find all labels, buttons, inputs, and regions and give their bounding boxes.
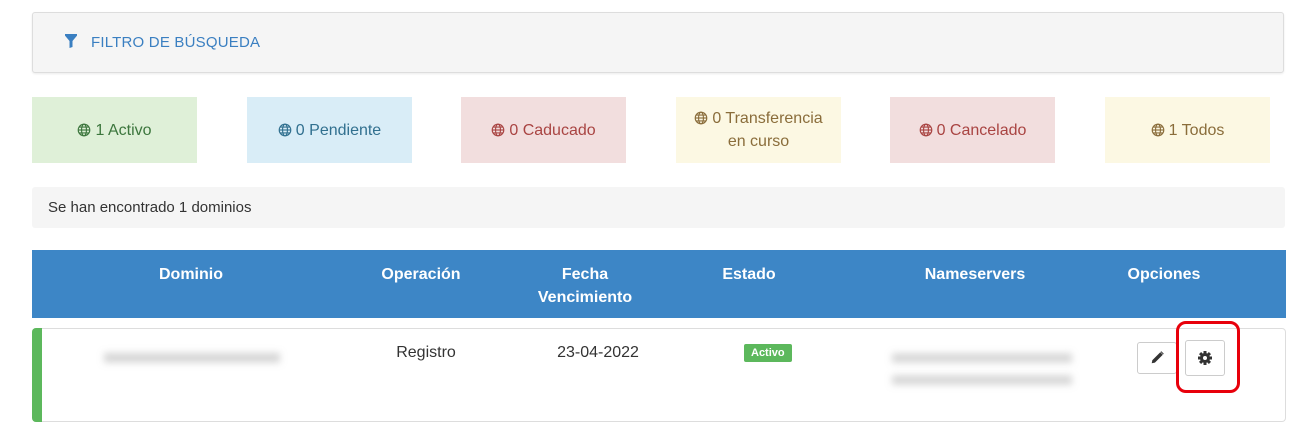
status-label: 0 Pendiente [295, 121, 382, 139]
header-estado: Estado [722, 266, 776, 283]
status-label-line2: en curso [727, 133, 790, 150]
status-badge: Activo [744, 344, 792, 362]
filter-title[interactable]: FILTRO DE BÚSQUEDA [91, 34, 260, 51]
header-dominio: Dominio [159, 266, 223, 283]
pencil-icon [1151, 351, 1164, 364]
nameserver-2: xxxxxxxxxxxxxxxxxxxxxxxx [892, 371, 1072, 388]
status-label-line1: 0 Transferencia [712, 110, 823, 127]
header-opciones: Opciones [1127, 266, 1201, 283]
header-nameservers: Nameservers [924, 266, 1026, 283]
highlight-annotation [1176, 321, 1240, 393]
globe-icon [492, 123, 505, 136]
results-text: Se han encontrado 1 dominios [48, 199, 252, 216]
status-box-caducado[interactable]: 0 Caducado [461, 97, 626, 163]
status-box-transferencia[interactable]: 0 Transferencia en curso [676, 97, 841, 163]
globe-icon [278, 123, 292, 136]
expiry-date-cell: 23-04-2022 [557, 344, 639, 361]
table-row: xxxxxxxxxxxxxxxxxxxxxx Registro 23-04-20… [32, 328, 1286, 422]
header-operacion: Operación [381, 266, 461, 283]
globe-icon [78, 123, 91, 136]
status-box-cancelado[interactable]: 0 Cancelado [890, 97, 1055, 163]
header-fecha-line2: Vencimiento [537, 289, 633, 306]
status-label: 1 Todos [1168, 121, 1225, 139]
domain-name[interactable]: xxxxxxxxxxxxxxxxxxxxxx [104, 349, 280, 367]
status-label: 0 Cancelado [936, 121, 1027, 139]
status-label: 1 Activo [95, 121, 152, 139]
status-box-activo[interactable]: 1 Activo [32, 97, 197, 163]
results-count: Se han encontrado 1 dominios [32, 187, 1285, 228]
edit-button[interactable] [1137, 342, 1177, 374]
globe-icon [1151, 123, 1164, 136]
globe-icon [695, 111, 708, 125]
header-fecha: Fecha Vencimiento [538, 263, 632, 309]
table-header: Dominio Operación Fecha Vencimiento Esta… [32, 250, 1286, 318]
operation-cell: Registro [396, 344, 456, 361]
funnel-icon [65, 33, 77, 48]
status-label: 0 Caducado [509, 121, 596, 139]
status-box-todos[interactable]: 1 Todos [1105, 97, 1270, 163]
nameserver-1: xxxxxxxxxxxxxxxxxxxxxxxx [892, 349, 1072, 366]
globe-icon [919, 123, 932, 136]
status-box-pendiente[interactable]: 0 Pendiente [247, 97, 412, 163]
header-fecha-line1: Fecha [561, 266, 609, 283]
search-filter-panel[interactable]: FILTRO DE BÚSQUEDA [32, 12, 1284, 73]
row-status-accent [32, 328, 42, 422]
